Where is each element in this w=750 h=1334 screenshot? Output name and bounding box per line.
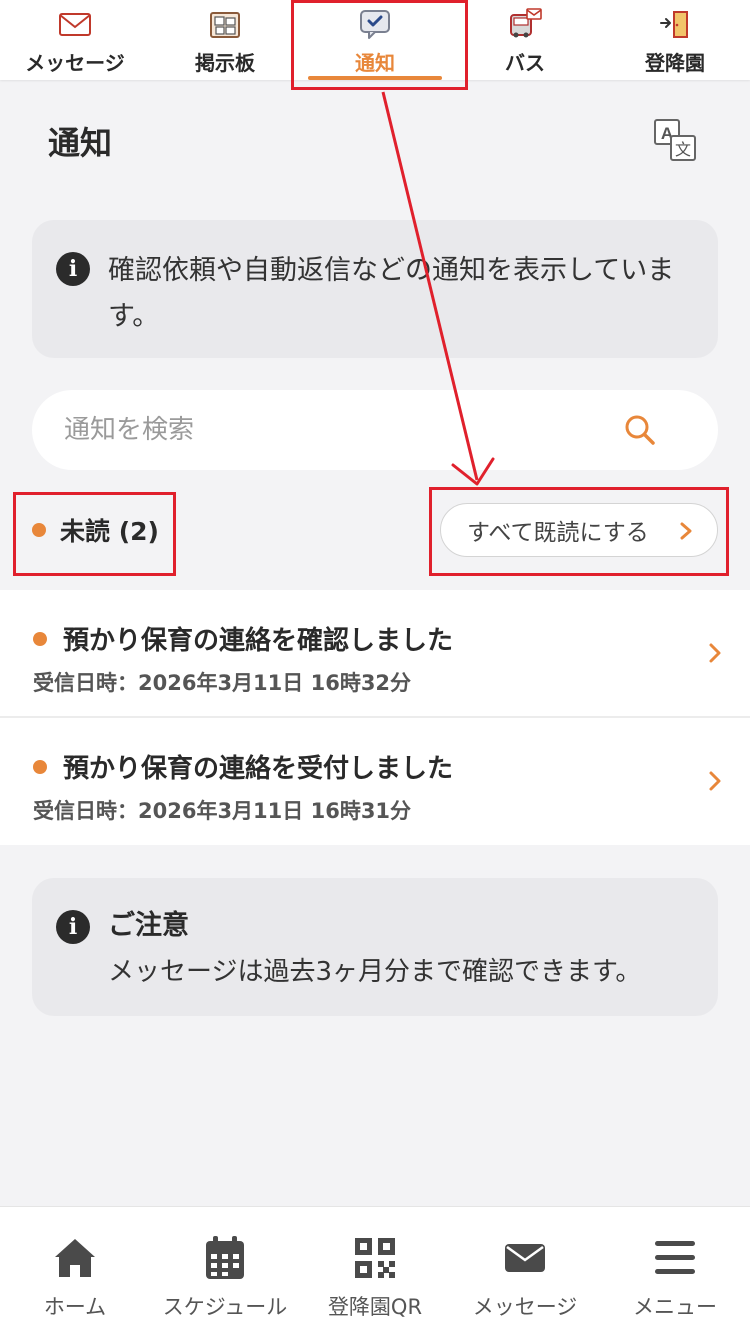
bottom-nav: ホーム スケジュール 登降園QR メッセージ メニュー (0, 1206, 750, 1334)
top-nav-label: 登降園 (645, 51, 705, 75)
top-nav-bus[interactable]: バス (450, 0, 600, 80)
top-nav-label: メッセージ (25, 51, 125, 75)
top-nav-bulletin[interactable]: 掲示板 (150, 0, 300, 80)
door-icon (660, 11, 688, 38)
bus-icon (510, 8, 542, 38)
notice-box: i ご注意 メッセージは過去3ヶ月分まで確認できます。 (32, 878, 718, 1016)
notice-title: ご注意 (108, 910, 189, 941)
chevron-right-icon (709, 643, 721, 663)
info-text: 確認依頼や自動返信などの通知を表示しています。 (108, 255, 675, 332)
annotation-box-notifications-tab (291, 0, 468, 90)
calendar-icon (206, 1236, 244, 1279)
bottom-nav-schedule[interactable]: スケジュール (150, 1207, 300, 1334)
annotation-box-mark-all (429, 487, 729, 576)
svg-text:文: 文 (675, 140, 691, 159)
bottom-nav-label: ホーム (43, 1295, 107, 1319)
unread-dot (33, 631, 47, 646)
info-icon: i (56, 910, 90, 944)
unread-dot (33, 759, 47, 774)
chevron-right-icon (709, 771, 721, 791)
search-bar (32, 390, 718, 470)
bottom-nav-label: 登降園QR (327, 1295, 423, 1319)
notification-title: 預かり保育の連絡を受付しました (63, 754, 454, 784)
page-title: 通知 (48, 124, 113, 162)
home-icon (55, 1239, 95, 1277)
top-nav-label: バス (505, 51, 545, 75)
notice-text: メッセージは過去3ヶ月分まで確認できます。 (108, 957, 642, 987)
top-nav-attendance[interactable]: 登降園 (600, 0, 750, 80)
bottom-nav-label: スケジュール (162, 1295, 288, 1319)
bottom-nav-home[interactable]: ホーム (0, 1207, 150, 1334)
top-nav-label: 掲示板 (195, 51, 255, 75)
envelope-icon (59, 13, 91, 36)
info-icon: i (56, 252, 90, 286)
notification-date: 受信日時：2026年3月11日 16時32分 (33, 671, 412, 695)
bottom-nav-qr[interactable]: 登降園QR (300, 1207, 450, 1334)
bottom-nav-label: メッセージ (472, 1295, 578, 1319)
list-item[interactable]: 預かり保育の連絡を確認しました 受信日時：2026年3月11日 16時32分 (0, 590, 750, 718)
envelope-icon (505, 1244, 545, 1272)
bottom-nav-label: メニュー (633, 1295, 717, 1319)
search-input[interactable] (64, 415, 624, 445)
translate-icon[interactable]: A 文 (652, 117, 698, 163)
notification-date: 受信日時：2026年3月11日 16時31分 (33, 799, 412, 823)
bulletin-board-icon (210, 12, 240, 38)
menu-icon (655, 1241, 695, 1274)
notification-list: 預かり保育の連絡を確認しました 受信日時：2026年3月11日 16時32分 預… (0, 590, 750, 845)
bottom-nav-menu[interactable]: メニュー (600, 1207, 750, 1334)
qr-code-icon (355, 1238, 395, 1278)
info-box: i 確認依頼や自動返信などの通知を表示しています。 (32, 220, 718, 358)
top-nav-messages[interactable]: メッセージ (0, 0, 150, 80)
annotation-box-unread (13, 492, 176, 576)
notification-title: 預かり保育の連絡を確認しました (63, 626, 454, 656)
search-icon[interactable] (622, 412, 658, 448)
bottom-nav-messages[interactable]: メッセージ (450, 1207, 600, 1334)
list-item[interactable]: 預かり保育の連絡を受付しました 受信日時：2026年3月11日 16時31分 (0, 718, 750, 845)
